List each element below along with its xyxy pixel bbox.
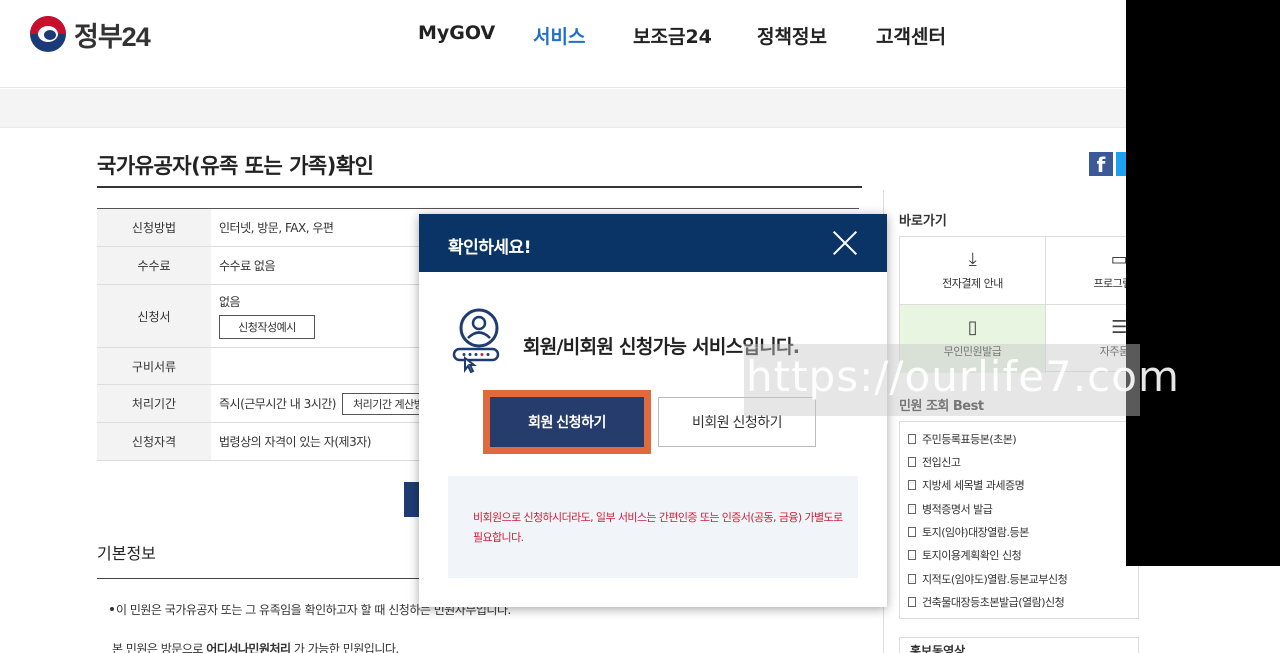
row-label: 구비서류: [97, 348, 211, 384]
quick-link-label: 전자결제 안내: [942, 277, 1003, 290]
download-icon: ⤓: [962, 249, 984, 271]
list-item[interactable]: 지적도(임야도)열람.등본교부신청: [908, 571, 1067, 587]
sub-header-bar: [0, 89, 1280, 128]
visit-info-bold: 어디서나민원처리: [206, 642, 290, 653]
list-item-label: 지적도(임야도)열람.등본교부신청: [922, 573, 1067, 586]
list-item-label: 건축물대장등초본발급(열람)신청: [922, 596, 1064, 609]
list-item[interactable]: 병적증명서 발급: [908, 501, 992, 517]
screen: 정부24 MyGOV 서비스 보조금24 정책정보 고객센터 국가유공자(유족 …: [0, 0, 1280, 653]
row-value-text: 즉시(근무시간 내 3시간): [219, 395, 336, 412]
row-label: 신청자격: [97, 423, 211, 460]
best-list: 주민등록표등본(초본) 전입신고 지방세 세목별 과세증명 병적증명서 발급 토…: [899, 421, 1139, 619]
member-apply-button[interactable]: 회원 신청하기: [490, 397, 644, 447]
basic-info-title: 기본정보: [97, 540, 156, 564]
document-icon: [908, 434, 916, 444]
document-icon: [908, 597, 916, 607]
document-icon: [908, 480, 916, 490]
quick-links-title: 바로가기: [899, 210, 947, 229]
list-item[interactable]: 토지(임야)대장열람.등본: [908, 524, 1029, 540]
site-header: 정부24 MyGOV 서비스 보조금24 정책정보 고객센터: [0, 0, 1280, 88]
user-login-icon: [451, 306, 501, 378]
document-icon: [908, 504, 916, 514]
promo-video-title: 홍보동영상: [910, 642, 965, 653]
modal-header: 확인하세요!: [419, 214, 887, 272]
row-label: 수수료: [97, 247, 211, 284]
main-nav: MyGOV 서비스 보조금24 정책정보 고객센터: [0, 22, 1280, 50]
nav-policy-info[interactable]: 정책정보: [757, 22, 827, 49]
title-divider: [97, 186, 862, 188]
nav-subsidy24[interactable]: 보조금24: [633, 22, 712, 49]
list-item-label: 주민등록표등본(초본): [922, 433, 1016, 446]
visit-info-text: 본 민원은 방문으로 어디서나민원처리 가 가능한 민원입니다.: [112, 640, 399, 653]
list-item[interactable]: 건축물대장등초본발급(열람)신청: [908, 594, 1064, 610]
document-icon: [908, 550, 916, 560]
kiosk-icon: ▯: [962, 317, 984, 339]
row-label: 처리기간: [97, 385, 211, 422]
row-label: 신청서: [97, 285, 211, 347]
nav-customer-center[interactable]: 고객센터: [876, 22, 946, 49]
list-item-label: 토지(임야)대장열람.등본: [922, 526, 1029, 539]
visit-info-suffix: 가 가능한 민원입니다.: [291, 642, 399, 653]
visit-info-prefix: 본 민원은 방문으로: [112, 642, 206, 653]
document-icon: [908, 457, 916, 467]
list-item[interactable]: 지방세 세목별 과세증명: [908, 477, 1024, 493]
list-item[interactable]: 주민등록표등본(초본): [908, 431, 1016, 447]
list-item-label: 병적증명서 발급: [922, 503, 992, 516]
facebook-icon[interactable]: f: [1089, 152, 1113, 176]
application-example-button[interactable]: 신청작성예시: [219, 315, 315, 339]
bullet-icon: [110, 607, 114, 611]
modal-title: 확인하세요!: [448, 233, 531, 258]
page-title: 국가유공자(유족 또는 가족)확인: [97, 150, 373, 180]
document-icon: [908, 527, 916, 537]
close-icon[interactable]: [831, 229, 859, 257]
list-item-label: 토지이용계획확인 신청: [922, 549, 1021, 562]
notice-text: 비회원으로 신청하시더라도, 일부 서비스는 간편인증 또는 인증서(공동, 금…: [473, 508, 843, 548]
row-label: 신청방법: [97, 209, 211, 246]
nav-service[interactable]: 서비스: [533, 22, 585, 49]
list-item-label: 지방세 세목별 과세증명: [922, 479, 1024, 492]
list-item[interactable]: 토지이용계획확인 신청: [908, 547, 1021, 563]
watermark-text: https://ourlife7.com: [746, 352, 1180, 401]
list-item[interactable]: 전입신고: [908, 454, 960, 470]
list-item-label: 전입신고: [922, 456, 960, 469]
document-icon: [908, 574, 916, 584]
quick-link-e-payment[interactable]: ⤓ 전자결제 안내: [900, 237, 1046, 305]
notice-box: 비회원으로 신청하시더라도, 일부 서비스는 간편인증 또는 인증서(공동, 금…: [448, 476, 858, 578]
nav-mygov[interactable]: MyGOV: [418, 22, 495, 44]
black-overlay: [1126, 0, 1280, 566]
